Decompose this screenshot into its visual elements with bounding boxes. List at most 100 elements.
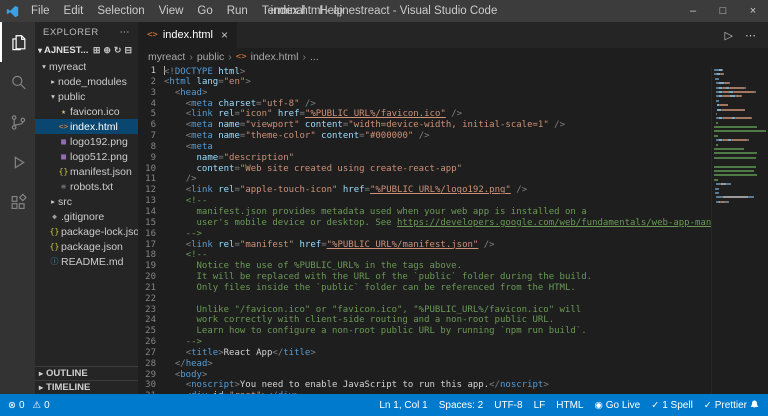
code-line[interactable]: 30 <noscript>You need to enable JavaScri… [138, 380, 768, 391]
views-more-icon[interactable]: ⋯ [120, 27, 131, 38]
menu-selection[interactable]: Selection [90, 0, 151, 22]
code-line[interactable]: 27 <title>React App</title> [138, 348, 768, 359]
breadcrumb-item[interactable]: public [197, 51, 224, 63]
code-line[interactable]: 21 Only files inside the `public` folder… [138, 283, 768, 294]
tree-item-manifest-json[interactable]: {}manifest.json [35, 164, 138, 179]
line-content: /> [164, 174, 197, 185]
code-line[interactable]: 1<!DOCTYPE html> [138, 66, 768, 77]
new-folder-icon[interactable]: ⊕ [103, 45, 111, 56]
code-line[interactable]: 12 <link rel="apple-touch-icon" href="%P… [138, 185, 768, 196]
status-indentation[interactable]: Spaces: 2 [439, 400, 483, 411]
minimize-window-button[interactable]: – [678, 0, 708, 22]
code-line[interactable]: 26 --> [138, 337, 768, 348]
tree-item-favicon-ico[interactable]: ★favicon.ico [35, 104, 138, 119]
tree-item-logo512-png[interactable]: ▦logo512.png [35, 149, 138, 164]
code-line[interactable]: 28 </head> [138, 359, 768, 370]
code-line[interactable]: 23 Unlike "/favicon.ico" or "favicon.ico… [138, 305, 768, 316]
tree-item-index-html[interactable]: <>index.html [35, 119, 138, 134]
code-line[interactable]: 19 Notice the use of %PUBLIC_URL% in the… [138, 261, 768, 272]
code-line[interactable]: 31 <div id="root"></div> [138, 391, 768, 394]
tree-item-label: logo192.png [70, 136, 128, 148]
line-content: <link rel="icon" href="%PUBLIC_URL%/favi… [164, 109, 462, 120]
sidebar-section-outline[interactable]: ▸OUTLINE [35, 366, 138, 380]
code-line[interactable]: 8 <meta [138, 142, 768, 153]
breadcrumb-item[interactable]: myreact [148, 51, 185, 63]
line-number: 24 [138, 315, 164, 326]
code-line[interactable]: 5 <link rel="icon" href="%PUBLIC_URL%/fa… [138, 109, 768, 120]
line-number: 6 [138, 120, 164, 131]
activity-run-debug-button[interactable] [0, 142, 35, 182]
breadcrumb-item[interactable]: ... [310, 51, 319, 63]
activity-search-button[interactable] [0, 62, 35, 102]
code-line[interactable]: 7 <meta name="theme-color" content="#000… [138, 131, 768, 142]
tab-index-html[interactable]: <> index.html × [138, 22, 238, 48]
minimap[interactable] [711, 66, 768, 394]
menu-run[interactable]: Run [220, 0, 255, 22]
activity-explorer-button[interactable] [0, 22, 35, 62]
code-content[interactable]: 1<!DOCTYPE html>2<html lang="en">3 <head… [138, 66, 768, 394]
status-prettier[interactable]: ✓Prettier [704, 400, 747, 411]
code-line[interactable]: 18 <!-- [138, 250, 768, 261]
code-line[interactable]: 3 <head> [138, 88, 768, 99]
activity-extensions-button[interactable] [0, 182, 35, 222]
workspace-section-header[interactable]: ▾ AJNEST... ⊞⊕↻⊟ [35, 42, 138, 59]
code-line[interactable]: 15 user's mobile device or desktop. See … [138, 218, 768, 229]
tree-item-package-json[interactable]: {}package.json [35, 239, 138, 254]
tree-item-logo192-png[interactable]: ▦logo192.png [35, 134, 138, 149]
tree-item-node-modules[interactable]: ▸node_modules [35, 74, 138, 89]
code-line[interactable]: 14 manifest.json provides metadata used … [138, 207, 768, 218]
status-warnings[interactable]: ⚠0 [33, 400, 50, 411]
new-file-icon[interactable]: ⊞ [93, 45, 101, 56]
code-line[interactable]: 16 --> [138, 229, 768, 240]
status-language-mode[interactable]: HTML [556, 400, 583, 411]
tree-item-readme-md[interactable]: ⓘREADME.md [35, 254, 138, 269]
menu-file[interactable]: File [24, 0, 57, 22]
tree-item--gitignore[interactable]: ◆.gitignore [35, 209, 138, 224]
code-line[interactable]: 22 [138, 294, 768, 305]
close-tab-icon[interactable]: × [221, 28, 228, 42]
status-errors[interactable]: ⊗0 [8, 400, 25, 411]
code-line[interactable]: 2<html lang="en"> [138, 77, 768, 88]
breadcrumb-item[interactable]: index.html [251, 51, 299, 63]
status-go-live[interactable]: ◉Go Live [594, 400, 640, 411]
menu-view[interactable]: View [152, 0, 191, 22]
menu-go[interactable]: Go [190, 0, 219, 22]
status-cursor-position[interactable]: Ln 1, Col 1 [379, 400, 427, 411]
status-eol[interactable]: LF [534, 400, 546, 411]
tree-item-robots-txt[interactable]: ≡robots.txt [35, 179, 138, 194]
code-line[interactable]: 4 <meta charset="utf-8" /> [138, 99, 768, 110]
more-actions-icon[interactable]: ⋯ [745, 29, 756, 42]
close-window-button[interactable]: × [738, 0, 768, 22]
code-line[interactable]: 6 <meta name="viewport" content="width=d… [138, 120, 768, 131]
json-file-icon: {} [57, 167, 70, 176]
tree-item-public[interactable]: ▾public [35, 89, 138, 104]
code-line[interactable]: 13 <!-- [138, 196, 768, 207]
tree-item-label: .gitignore [61, 211, 104, 223]
code-line[interactable]: 25 Learn how to configure a non-root pub… [138, 326, 768, 337]
tree-item-src[interactable]: ▸src [35, 194, 138, 209]
tree-item-label: package.json [61, 241, 123, 253]
line-number: 2 [138, 77, 164, 88]
code-line[interactable]: 17 <link rel="manifest" href="%PUBLIC_UR… [138, 240, 768, 251]
code-line[interactable]: 24 work correctly with client-side routi… [138, 315, 768, 326]
line-content: <head> [164, 88, 207, 99]
code-line[interactable]: 11 /> [138, 174, 768, 185]
markdown-file-icon: ⓘ [48, 256, 61, 267]
code-line[interactable]: 29 <body> [138, 370, 768, 381]
activity-source-control-button[interactable] [0, 102, 35, 142]
notifications-bell-icon[interactable] [749, 399, 760, 411]
maximize-window-button[interactable]: □ [708, 0, 738, 22]
status-spell-checker[interactable]: ✓1 Spell [651, 400, 693, 411]
refresh-explorer-icon[interactable]: ↻ [114, 45, 122, 56]
tree-item-myreact[interactable]: ▾myreact [35, 59, 138, 74]
code-line[interactable]: 9 name="description" [138, 153, 768, 164]
code-line[interactable]: 20 It will be replaced with the URL of t… [138, 272, 768, 283]
line-number: 3 [138, 88, 164, 99]
menu-edit[interactable]: Edit [57, 0, 91, 22]
sidebar-section-timeline[interactable]: ▸TIMELINE [35, 380, 138, 394]
code-line[interactable]: 10 content="Web site created using creat… [138, 164, 768, 175]
tree-item-package-lock-json[interactable]: {}package-lock.json [35, 224, 138, 239]
status-encoding[interactable]: UTF-8 [494, 400, 522, 411]
collapse-folders-icon[interactable]: ⊟ [124, 45, 132, 56]
run-icon[interactable]: ▷ [725, 29, 733, 42]
